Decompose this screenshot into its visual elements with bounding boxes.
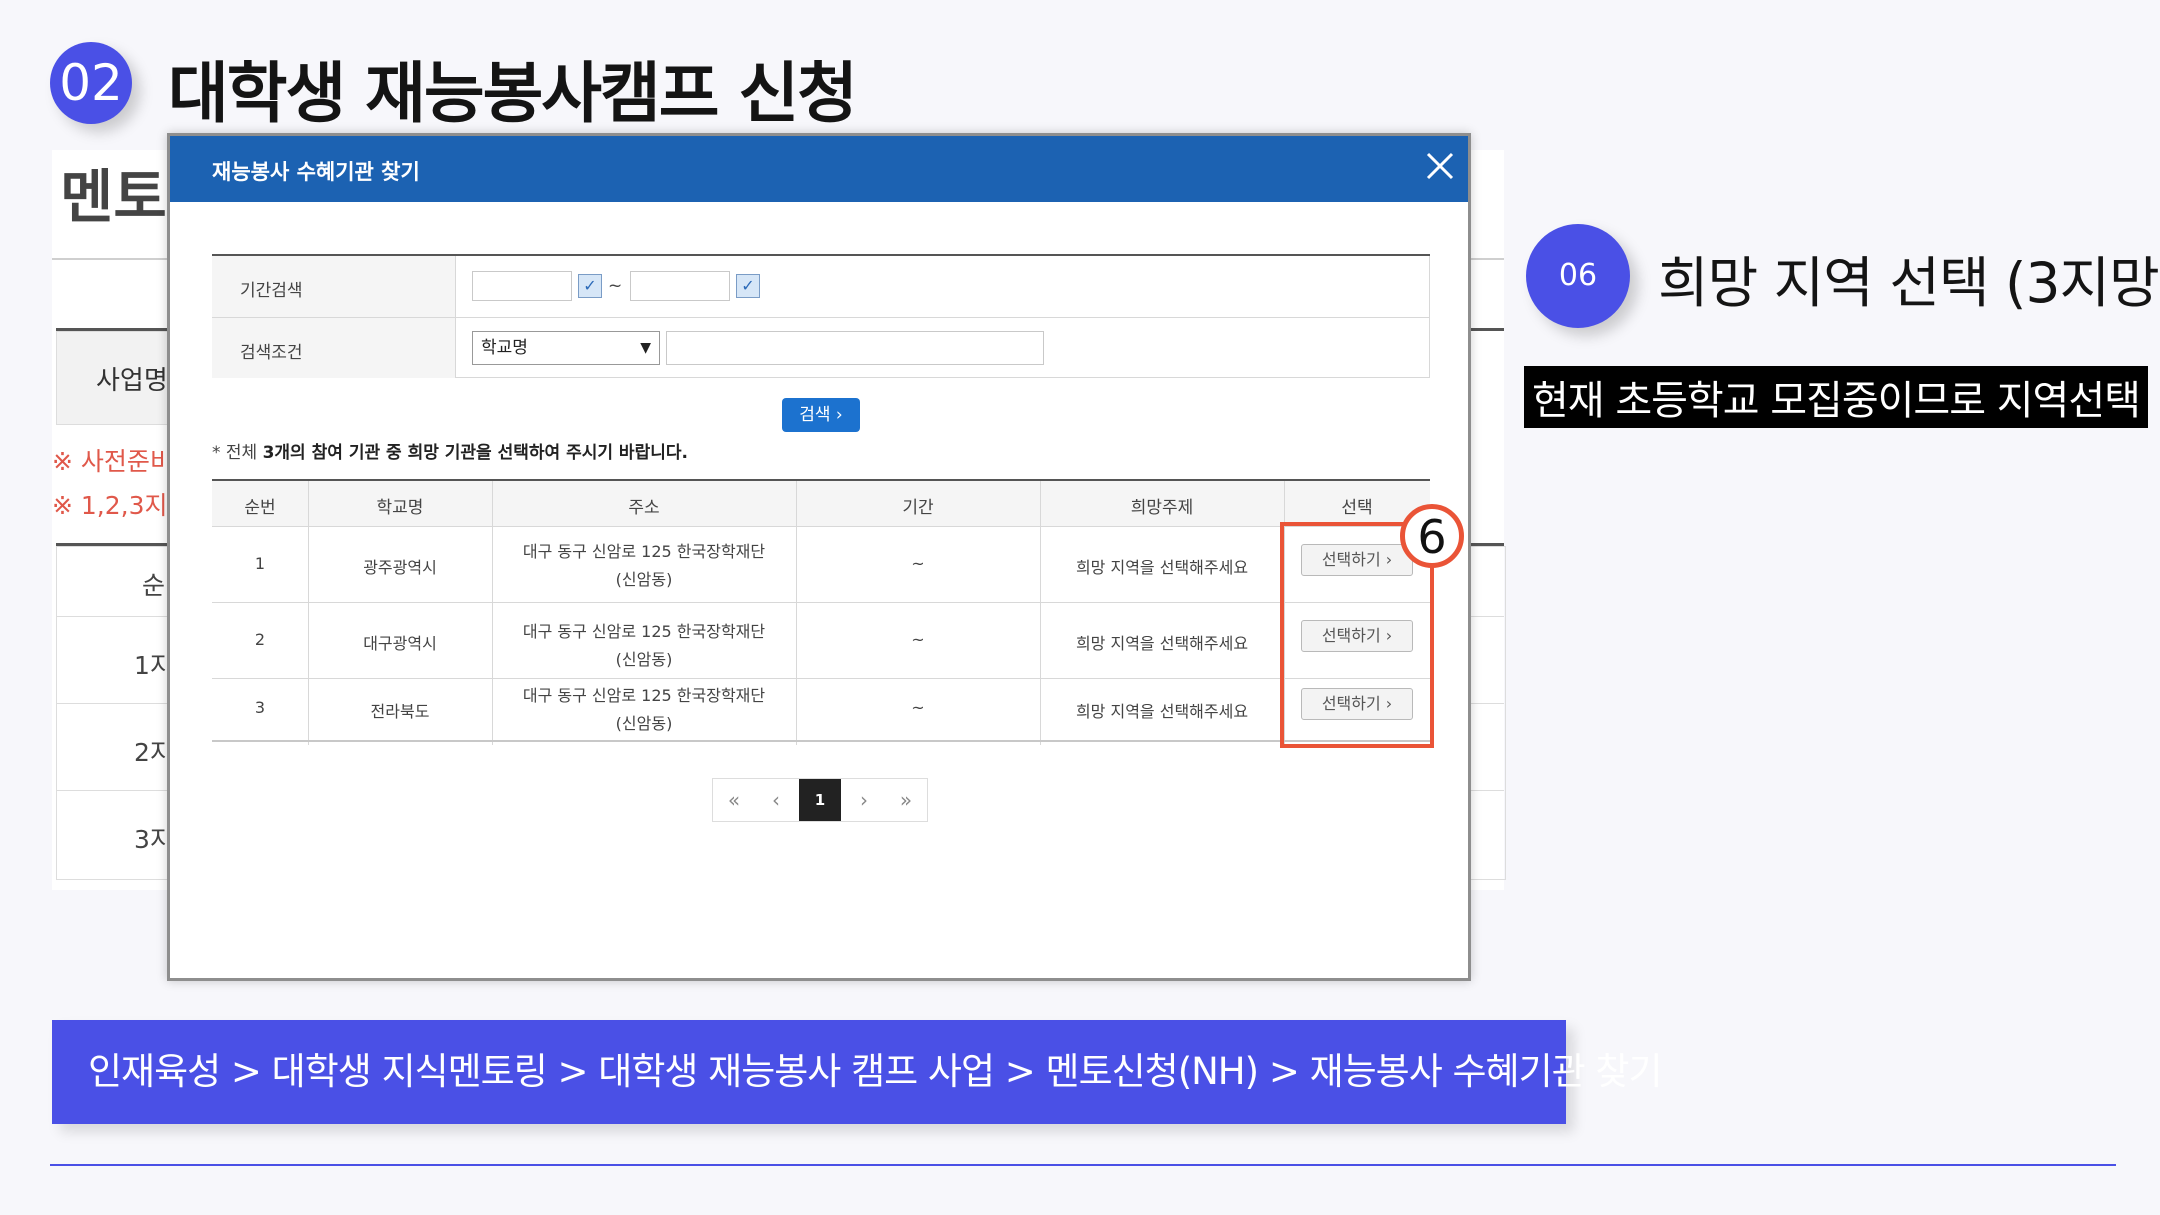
search-button[interactable]: 검색 › bbox=[782, 398, 860, 432]
row-period: ~ bbox=[911, 698, 925, 717]
notice-text: * 전체 3개의 참여 기관 중 희망 기관을 선택하여 주시기 바랍니다. bbox=[212, 438, 688, 463]
modal-title: 재능봉사 수혜기관 찾기 bbox=[212, 160, 420, 184]
search-keyword-input[interactable] bbox=[666, 331, 1044, 365]
annotation-note: 현재 초등학교 모집중이므로 지역선택 bbox=[1524, 366, 2148, 428]
search-institution-modal: 재능봉사 수혜기관 찾기 기간검색 ✓ ~ ✓ 검색조건 학교명 ▼ 검색 › … bbox=[167, 133, 1471, 981]
notice-prefix: * 전체 bbox=[212, 443, 263, 463]
prev-page-button[interactable]: ‹ bbox=[755, 779, 797, 821]
notice-body: 3개의 참여 기관 중 희망 기관을 선택하여 주시기 바랍니다. bbox=[262, 443, 688, 463]
calendar-icon[interactable]: ✓ bbox=[578, 274, 602, 298]
period-search-label: 기간검색 bbox=[240, 281, 303, 301]
footer-divider bbox=[50, 1164, 2116, 1166]
close-icon[interactable] bbox=[1420, 146, 1460, 186]
row-school: 전라북도 bbox=[370, 702, 430, 721]
form-row-divider bbox=[212, 317, 1430, 318]
step-number-badge: 02 bbox=[50, 42, 132, 124]
row-divider bbox=[212, 602, 1430, 603]
col-header-topic: 희망주제 bbox=[1130, 498, 1194, 518]
first-page-button[interactable]: « bbox=[713, 779, 755, 821]
col-header-no: 순번 bbox=[244, 498, 276, 518]
chevron-down-icon: ▼ bbox=[640, 340, 651, 356]
annotation-step-badge: 06 bbox=[1526, 224, 1630, 328]
background-biz-label: 사업명 bbox=[96, 366, 168, 396]
row-divider bbox=[212, 678, 1430, 679]
end-date-input[interactable] bbox=[630, 271, 730, 301]
pagination: « ‹ 1 › » bbox=[712, 778, 928, 822]
row-school: 광주광역시 bbox=[363, 558, 437, 577]
row-number: 1 bbox=[254, 554, 266, 573]
table-bottom-border bbox=[212, 740, 1430, 742]
row-number: 3 bbox=[254, 698, 266, 717]
col-header-address: 주소 bbox=[628, 498, 660, 518]
row-address-line2: (신암동) bbox=[615, 714, 673, 733]
row-address-line1: 대구 동구 신암로 125 한국장학재단 bbox=[522, 622, 766, 641]
highlight-number-badge: 6 bbox=[1400, 504, 1464, 568]
col-header-school: 학교명 bbox=[376, 498, 424, 518]
row-topic: 희망 지역을 선택해주세요 bbox=[1075, 558, 1249, 577]
row-address-line1: 대구 동구 신암로 125 한국장학재단 bbox=[522, 686, 766, 705]
page-title: 대학생 재능봉사캠프 신청 bbox=[168, 55, 858, 132]
background-note-1: ※ 사전준비 bbox=[52, 447, 173, 476]
page-1-button[interactable]: 1 bbox=[799, 779, 841, 821]
background-note-2: ※ 1,2,3지 bbox=[52, 491, 168, 520]
col-header-period: 기간 bbox=[902, 498, 934, 518]
row-topic: 희망 지역을 선택해주세요 bbox=[1075, 702, 1249, 721]
search-condition-value: 학교명 bbox=[481, 338, 528, 358]
last-page-button[interactable]: » bbox=[885, 779, 927, 821]
start-date-input[interactable] bbox=[472, 271, 572, 301]
breadcrumb: 인재육성 > 대학생 지식멘토링 > 대학생 재능봉사 캠프 사업 > 멘토신청… bbox=[52, 1020, 1663, 1124]
row-address-line1: 대구 동구 신암로 125 한국장학재단 bbox=[522, 542, 766, 561]
row-school: 대구광역시 bbox=[363, 634, 437, 653]
next-page-button[interactable]: › bbox=[843, 779, 885, 821]
row-period: ~ bbox=[911, 630, 925, 649]
background-col-header: 순 bbox=[142, 571, 166, 600]
row-period: ~ bbox=[911, 554, 925, 573]
row-address-line2: (신암동) bbox=[615, 650, 673, 669]
calendar-icon[interactable]: ✓ bbox=[736, 274, 760, 298]
background-menu-title: 멘토 bbox=[60, 163, 167, 231]
modal-header: 재능봉사 수혜기관 찾기 bbox=[170, 136, 1468, 202]
row-address-line2: (신암동) bbox=[615, 570, 673, 589]
annotation-title: 희망 지역 선택 (3지망) bbox=[1658, 251, 2160, 315]
date-range-tilde: ~ bbox=[608, 276, 623, 296]
search-condition-select[interactable]: 학교명 ▼ bbox=[472, 331, 660, 365]
row-topic: 희망 지역을 선택해주세요 bbox=[1075, 634, 1249, 653]
row-number: 2 bbox=[254, 630, 266, 649]
search-condition-label: 검색조건 bbox=[240, 343, 303, 363]
